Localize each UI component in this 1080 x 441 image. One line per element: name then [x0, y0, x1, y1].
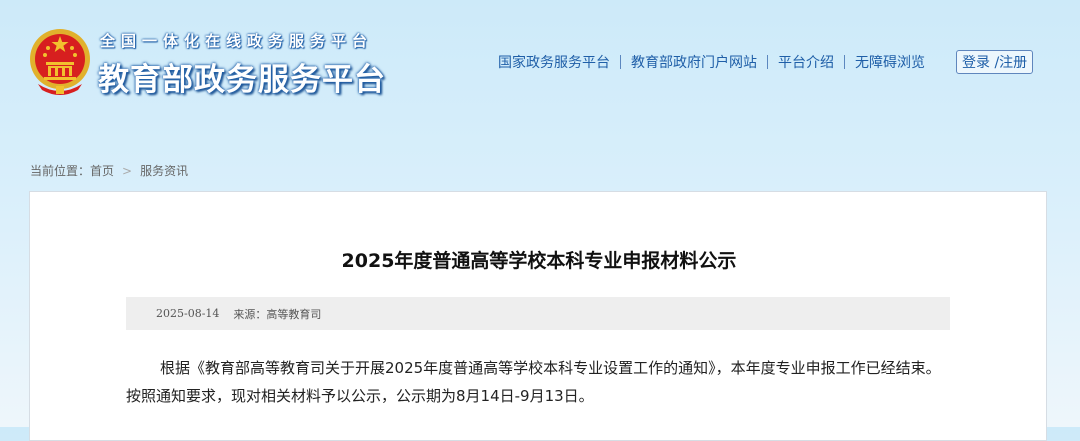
article-body: 根据《教育部高等教育司关于开展2025年度普通高等学校本科专业设置工作的通知》，…: [126, 359, 941, 405]
nav-divider: [844, 55, 845, 69]
login-register-button[interactable]: 登录 /注册: [956, 50, 1034, 74]
top-nav: 国家政务服务平台 教育部政府门户网站 平台介绍 无障碍浏览: [498, 52, 925, 72]
national-emblem-icon: [30, 29, 90, 95]
nav-divider: [620, 55, 621, 69]
nav-link-moe-portal[interactable]: 教育部政府门户网站: [631, 52, 757, 72]
chevron-right-icon: >: [122, 164, 133, 178]
article-date: 2025-08-14: [156, 307, 220, 320]
breadcrumb-current-link[interactable]: 服务资讯: [140, 164, 188, 178]
article-source: 来源：高等教育司: [233, 307, 322, 321]
nav-link-national-platform[interactable]: 国家政务服务平台: [498, 52, 610, 72]
nav-link-accessibility[interactable]: 无障碍浏览: [855, 52, 925, 72]
article-card: 2025年度普通高等学校本科专业申报材料公示 2025-08-14 来源：高等教…: [29, 191, 1047, 441]
breadcrumb: 当前位置：首页 > 服务资讯: [30, 162, 188, 179]
site-subtitle: 全国一体化在线政务服务平台: [100, 32, 374, 50]
breadcrumb-home-link[interactable]: 首页: [90, 164, 114, 178]
breadcrumb-prefix: 当前位置：: [30, 164, 91, 178]
article-meta-bar: 2025-08-14 来源：高等教育司: [126, 297, 950, 330]
site-title[interactable]: 教育部政务服务平台: [98, 54, 386, 99]
nav-divider: [767, 55, 768, 69]
site-header: 全国一体化在线政务服务平台 教育部政务服务平台 国家政务服务平台 教育部政府门户…: [0, 0, 1080, 140]
nav-link-platform-intro[interactable]: 平台介绍: [778, 52, 834, 72]
article-title: 2025年度普通高等学校本科专业申报材料公示: [341, 250, 737, 272]
